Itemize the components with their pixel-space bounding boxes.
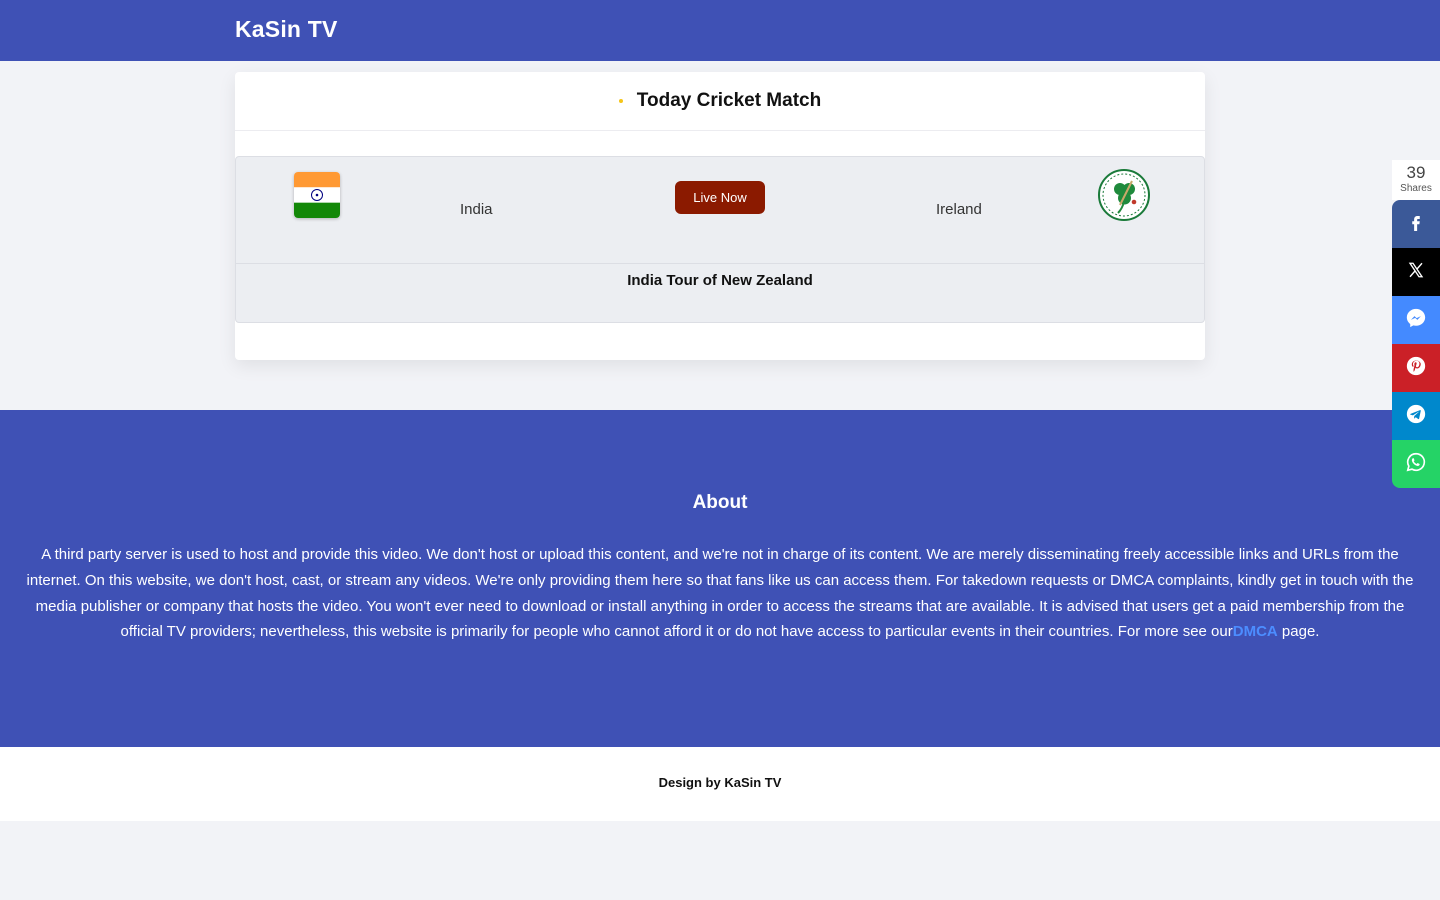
ireland-cricket-logo-icon	[1098, 169, 1150, 221]
share-x-button[interactable]	[1392, 248, 1440, 296]
card-header: Today Cricket Match	[235, 72, 1205, 131]
site-title-link[interactable]: KaSin TV	[235, 16, 338, 43]
share-pinterest-button[interactable]	[1392, 344, 1440, 392]
about-text: A third party server is used to host and…	[23, 542, 1418, 645]
messenger-icon	[1405, 307, 1427, 333]
team-left-name: India	[460, 201, 493, 218]
share-label: Shares	[1400, 183, 1432, 194]
share-count-box: 39 Shares	[1392, 160, 1440, 200]
title-dot	[618, 99, 623, 103]
live-now-button[interactable]: Live Now	[675, 181, 765, 214]
share-messenger-button[interactable]	[1392, 296, 1440, 344]
about-section: About A third party server is used to ho…	[0, 410, 1440, 747]
card-title: Today Cricket Match	[636, 90, 822, 111]
facebook-icon	[1407, 213, 1425, 235]
about-title: About	[692, 492, 748, 513]
match-item[interactable]: India Live Now Ireland India Tour of New…	[235, 156, 1205, 323]
about-body: A third party server is used to host and…	[26, 546, 1414, 641]
telegram-icon	[1405, 403, 1427, 429]
share-facebook-button[interactable]	[1392, 200, 1440, 248]
site-header: KaSin TV	[0, 0, 1440, 61]
india-flag-icon	[294, 172, 340, 218]
whatsapp-icon	[1405, 451, 1427, 477]
share-whatsapp-button[interactable]	[1392, 440, 1440, 488]
tour-title: India Tour of New Zealand	[627, 272, 813, 289]
dmca-link[interactable]: DMCA	[1233, 623, 1278, 640]
team-right-name: Ireland	[936, 201, 982, 218]
match-card: Today Cricket Match India Live Now Irela…	[235, 72, 1205, 360]
x-icon	[1407, 261, 1425, 283]
footer-credit: Design by KaSin TV	[658, 775, 782, 790]
share-telegram-button[interactable]	[1392, 392, 1440, 440]
site-footer: Design by KaSin TV	[0, 747, 1440, 821]
pinterest-icon	[1405, 355, 1427, 381]
about-body-end: page.	[1277, 623, 1320, 641]
share-sidebar: 39 Shares	[1392, 160, 1440, 488]
share-count: 39	[1406, 163, 1426, 182]
match-teams-row: India Live Now Ireland	[236, 157, 1204, 264]
